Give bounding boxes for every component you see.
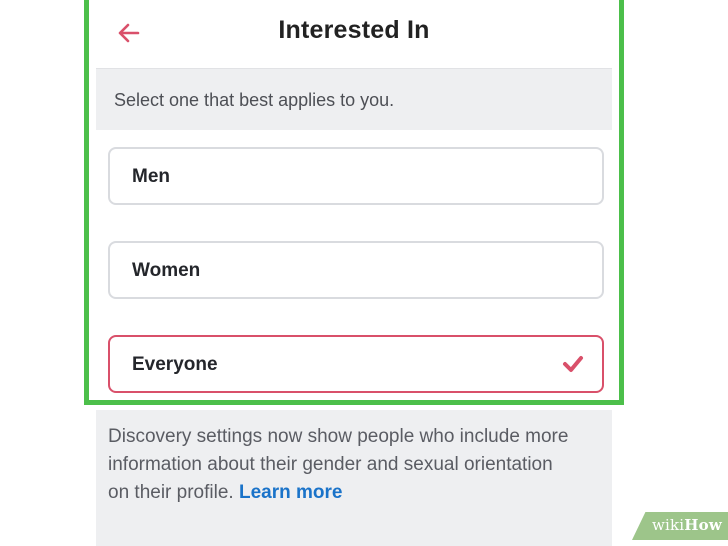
watermark-text: wikiHow <box>652 516 722 534</box>
instruction-text: Select one that best applies to you. <box>114 90 395 110</box>
option-men[interactable]: Men <box>108 147 604 205</box>
watermark: wikiHow <box>632 512 728 540</box>
option-label: Everyone <box>132 354 218 375</box>
learn-more-link[interactable]: Learn more <box>239 482 342 503</box>
checkmark-icon <box>563 356 583 372</box>
watermark-prefix: wiki <box>651 516 685 534</box>
option-everyone[interactable]: Everyone <box>108 335 604 393</box>
option-label: Women <box>132 260 201 281</box>
info-text: Discovery settings now show people who i… <box>108 423 578 507</box>
option-label: Men <box>132 166 170 187</box>
option-women[interactable]: Women <box>108 241 604 299</box>
page-title: Interested In <box>278 16 430 44</box>
screen: Interested In Select one that best appli… <box>0 0 728 546</box>
watermark-suffix: How <box>684 516 722 534</box>
